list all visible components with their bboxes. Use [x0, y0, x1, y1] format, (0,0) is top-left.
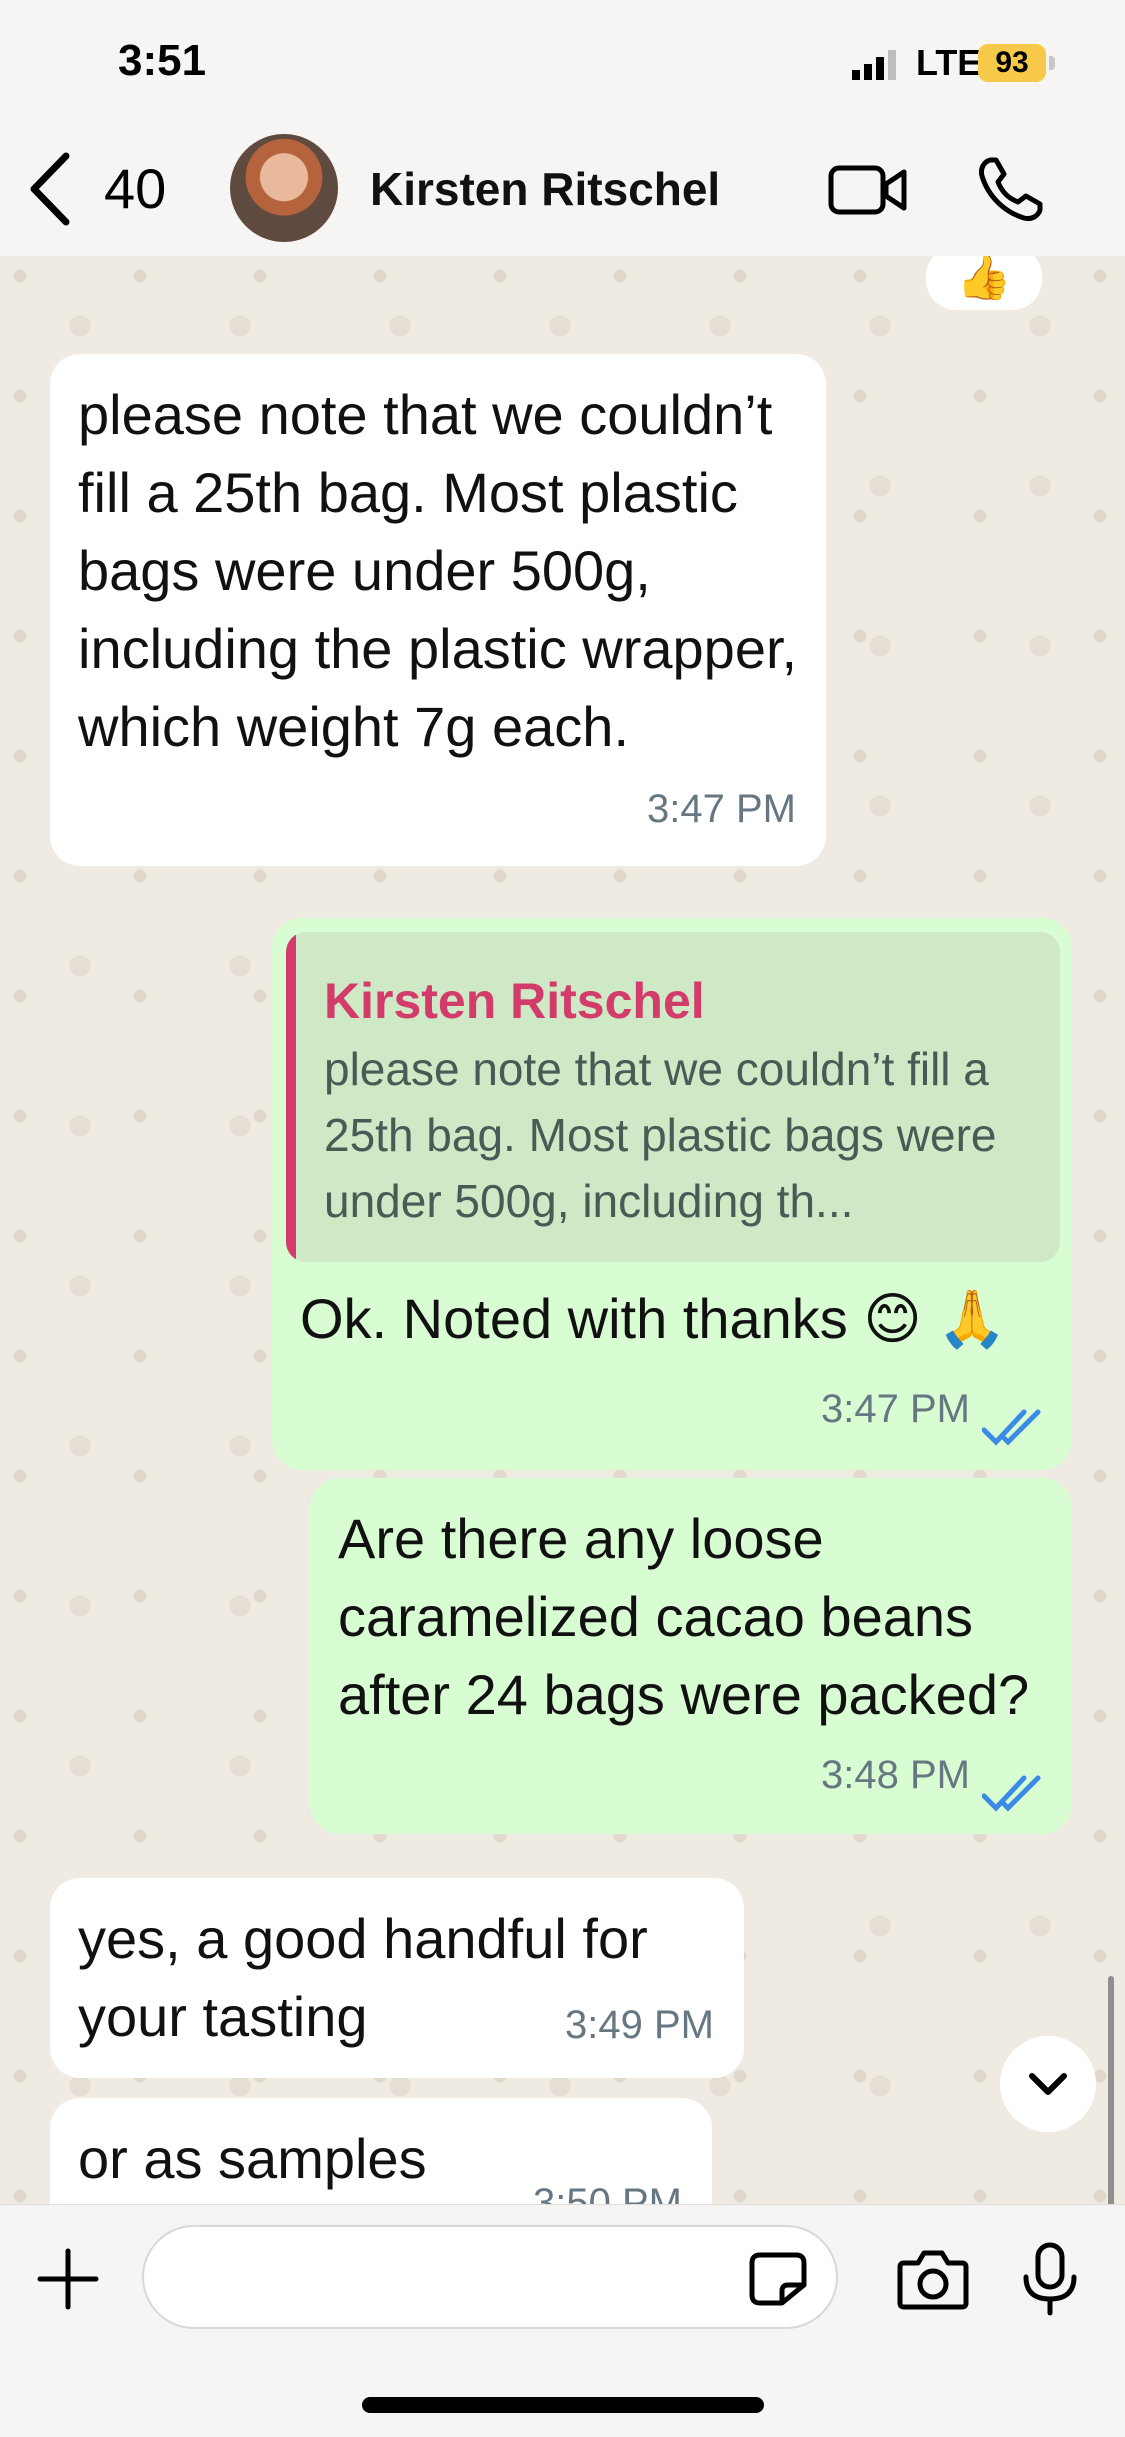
sticker-icon[interactable]	[748, 2251, 808, 2307]
avatar[interactable]	[230, 134, 338, 242]
back-chevron-icon[interactable]	[22, 148, 82, 230]
chat-area[interactable]: 👍 please note that we couldn’t fill a 25…	[0, 256, 1125, 2204]
message-text: or as samples	[78, 2127, 427, 2190]
compose-bar	[0, 2204, 1125, 2437]
contact-name[interactable]: Kirsten Ritschel	[370, 162, 720, 216]
unread-count[interactable]: 40	[104, 156, 166, 221]
message-time: 3:47 PM	[821, 1387, 970, 1431]
message-time: 3:49 PM	[565, 2003, 714, 2047]
read-receipt-icon	[982, 1775, 1041, 1812]
status-bar: 3:51 LTE 93	[0, 0, 1125, 130]
video-call-icon[interactable]	[828, 160, 908, 220]
message-text: please note that we couldn’t fill a 25th…	[78, 383, 798, 758]
signal-icon	[852, 50, 896, 80]
plus-icon[interactable]	[36, 2247, 100, 2311]
message-time: 3:50 PM	[533, 2181, 682, 2204]
network-label: LTE	[916, 42, 982, 83]
read-receipt-icon	[982, 1409, 1041, 1446]
message-time: 3:48 PM	[821, 1753, 970, 1797]
phone-call-icon[interactable]	[976, 154, 1046, 224]
microphone-icon[interactable]	[1018, 2241, 1082, 2317]
scroll-to-bottom-button[interactable]	[1000, 2036, 1096, 2132]
reply-quote[interactable]: Kirsten Ritschel please note that we cou…	[286, 932, 1060, 1262]
quote-bar	[286, 932, 296, 1262]
scrollbar[interactable]	[1108, 1976, 1114, 2204]
quote-sender: Kirsten Ritschel	[324, 973, 705, 1029]
message-text: Ok. Noted with thanks 😊 🙏	[300, 1287, 1008, 1350]
message-bubble-outgoing[interactable]: Are there any loose caramelized cacao be…	[310, 1478, 1072, 1834]
message-bubble-incoming[interactable]: yes, a good handful for your tasting 3:4…	[50, 1878, 744, 2078]
camera-icon[interactable]	[896, 2247, 970, 2311]
chat-header: 40 Kirsten Ritschel	[0, 130, 1125, 257]
chevron-down-icon	[1029, 2073, 1067, 2095]
message-input[interactable]	[142, 2225, 838, 2329]
battery-icon: 93	[978, 44, 1046, 82]
message-bubble-outgoing[interactable]: Kirsten Ritschel please note that we cou…	[272, 918, 1072, 1470]
home-indicator[interactable]	[362, 2397, 764, 2413]
message-bubble-incoming[interactable]: please note that we couldn’t fill a 25th…	[50, 354, 826, 866]
message-text: Are there any loose caramelized cacao be…	[338, 1507, 1030, 1726]
battery-tip	[1049, 56, 1055, 70]
message-time: 3:47 PM	[647, 787, 796, 831]
quote-text: please note that we couldn’t fill a 25th…	[324, 1043, 997, 1227]
status-time: 3:51	[118, 36, 207, 85]
reaction-badge[interactable]: 👍	[926, 256, 1042, 310]
message-bubble-incoming[interactable]: or as samples 3:50 PM	[50, 2098, 712, 2204]
